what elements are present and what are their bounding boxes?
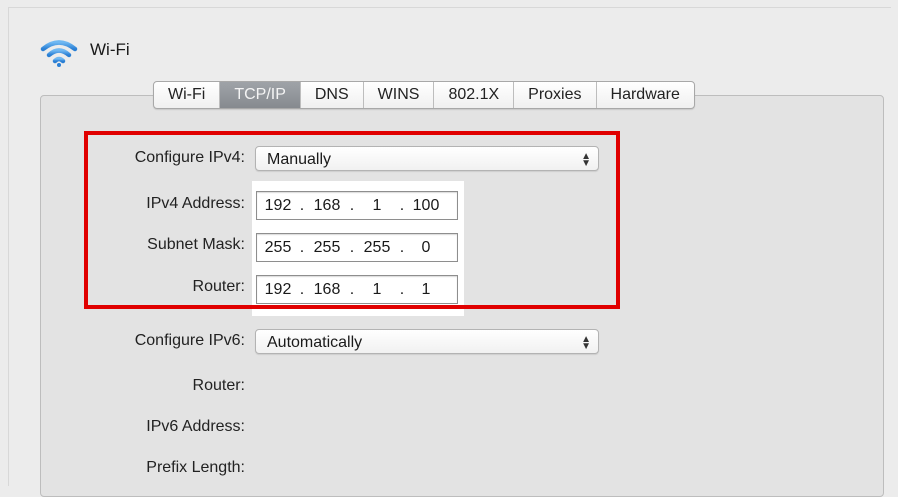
ipv6-address-label: IPv6 Address: — [146, 418, 245, 435]
wifi-icon — [40, 40, 78, 67]
tab-bar: Wi-Fi TCP/IP DNS WINS 802.1X Proxies Har… — [153, 81, 695, 109]
window-title: Wi-Fi — [90, 40, 130, 59]
ipv6-router-label: Router: — [192, 377, 245, 394]
tab-hardware[interactable]: Hardware — [597, 82, 694, 108]
tab-8021x[interactable]: 802.1X — [434, 82, 515, 108]
configure-ipv6-select[interactable]: Automatically ▲ ▼ — [255, 329, 599, 354]
highlight-box — [84, 131, 620, 309]
tab-wins[interactable]: WINS — [364, 82, 435, 108]
configure-ipv6-value: Automatically — [267, 334, 363, 351]
prefix-length-label: Prefix Length: — [146, 459, 245, 476]
tab-tcpip[interactable]: TCP/IP — [220, 82, 301, 108]
tab-proxies[interactable]: Proxies — [514, 82, 597, 108]
tab-dns[interactable]: DNS — [301, 82, 364, 108]
configure-ipv6-label: Configure IPv6: — [134, 332, 245, 349]
tab-wifi[interactable]: Wi-Fi — [154, 82, 221, 108]
select-arrows-icon: ▲ ▼ — [581, 333, 591, 352]
